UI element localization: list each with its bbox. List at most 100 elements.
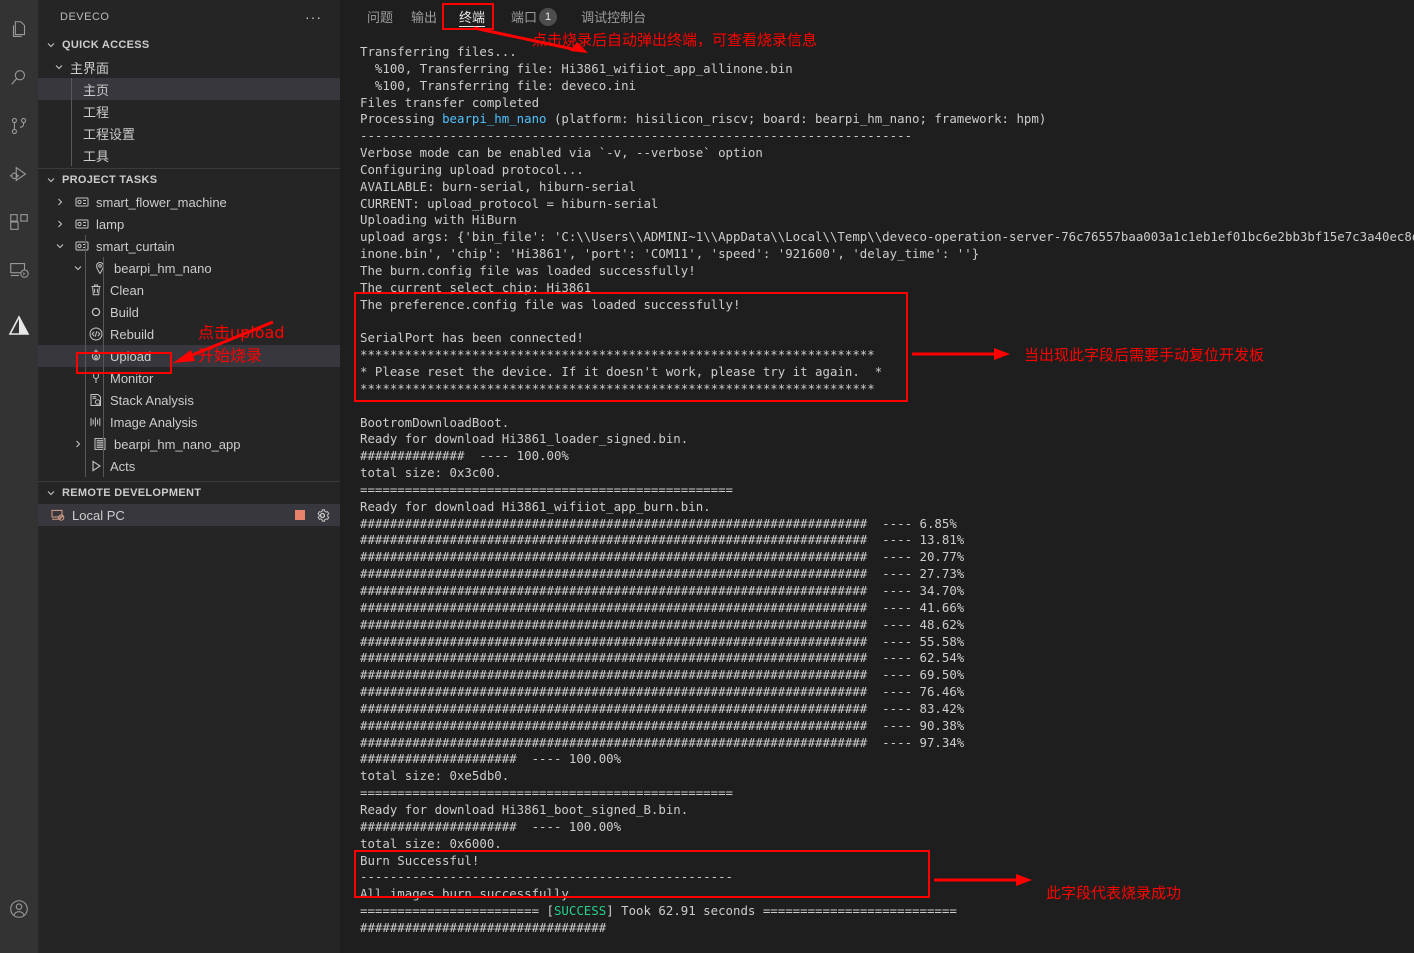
- section-project-tasks-header[interactable]: PROJECT TASKS: [38, 169, 340, 191]
- terminal-line: Ready for download Hi3861_loader_signed.…: [360, 431, 689, 447]
- annotation-box-serialport: [354, 292, 908, 402]
- section-quick-access-header[interactable]: QUICK ACCESS: [38, 34, 340, 56]
- annotation-box-upload: [76, 352, 172, 374]
- chevron-down-icon: [70, 262, 86, 274]
- remote-item-label: Local PC: [72, 507, 125, 523]
- task-label: Image Analysis: [110, 414, 198, 430]
- terminal-line: total size: 0xe5db0.: [360, 768, 510, 784]
- terminal-line: Processing bearpi_hm_nano (platform: his…: [360, 111, 1414, 128]
- sidebar-item-label: 工程: [83, 104, 110, 120]
- chevron-down-icon: [44, 487, 58, 499]
- terminal-line: total size: 0x3c00.: [360, 465, 502, 481]
- remote-pc-icon: [50, 507, 66, 523]
- deveco-logo-icon[interactable]: [0, 302, 38, 350]
- tab-label: 端口: [511, 10, 538, 25]
- sidebar-item-label: 工程设置: [83, 126, 136, 142]
- quick-access-group-label: 主界面: [70, 60, 110, 76]
- terminal-token: (platform: hisilicon_riscv; board: bearp…: [546, 111, 1047, 127]
- chevron-down-icon: [44, 39, 58, 51]
- task-bearpi-hm-nano-app[interactable]: bearpi_hm_nano_app: [38, 433, 340, 455]
- terminal-line: %100, Transferring file: Hi3861_wifiiot_…: [360, 60, 793, 76]
- terminal-line: ########################################…: [360, 549, 965, 565]
- source-control-icon[interactable]: [0, 102, 38, 150]
- task-label: Rebuild: [110, 326, 155, 342]
- quick-access-body: 主界面 主页 工程 工程设置 工具 开发板: [38, 56, 340, 166]
- sidebar: DEVECO ··· QUICK ACCESS 主界面 主页 工程 工程设置 工…: [38, 0, 340, 953]
- chevron-right-icon: [52, 218, 68, 230]
- sidebar-item-home[interactable]: 主页: [38, 78, 340, 100]
- terminal-line: Files transfer completed: [360, 94, 540, 110]
- terminal-line: Uploading with HiBurn: [360, 212, 517, 228]
- sidebar-item-label: 工具: [83, 148, 110, 164]
- sidebar-title-bar: DEVECO ···: [38, 0, 340, 34]
- explorer-icon[interactable]: [0, 6, 38, 54]
- board-icon: [74, 194, 90, 210]
- terminal-line: Ready for download Hi3861_boot_signed_B.…: [360, 801, 689, 817]
- chevron-down-icon: [52, 61, 66, 73]
- terminal-line: ########################################…: [360, 616, 965, 632]
- annotation-reset-board-text: 当出现此字段后需要手动复位开发板: [1024, 346, 1265, 364]
- terminal-token: ] Took 62.91 seconds ===================…: [606, 903, 957, 919]
- task-clean[interactable]: Clean: [38, 279, 340, 301]
- more-actions-icon[interactable]: ···: [305, 9, 330, 25]
- tab-problems[interactable]: 问题: [358, 0, 402, 33]
- terminal-line: upload args: {'bin_file': 'C:\\Users\\AD…: [360, 229, 1414, 245]
- extensions-icon[interactable]: [0, 198, 38, 246]
- ports-badge: 1: [539, 7, 558, 26]
- chevron-right-icon: [70, 438, 86, 450]
- sidebar-item-project-settings[interactable]: 工程设置: [38, 122, 340, 144]
- annotation-upload-text-line2: 开始烧录: [198, 346, 263, 365]
- list-icon: [92, 436, 108, 452]
- terminal-token: ======================== [: [360, 903, 554, 919]
- remote-item-local-pc[interactable]: Local PC: [38, 504, 340, 526]
- code-icon: [88, 326, 104, 342]
- activity-bar: [0, 0, 38, 953]
- task-smart-flower-machine[interactable]: smart_flower_machine: [38, 191, 340, 213]
- terminal-line: #################################: [360, 919, 607, 935]
- terminal-line: ##################### ---- 100.00%: [360, 818, 622, 834]
- terminal-line: ##################### ---- 100.00%: [360, 751, 622, 767]
- remote-explorer-icon[interactable]: [0, 246, 38, 294]
- terminal-line: ----------------------------------------…: [360, 128, 913, 144]
- terminal-line: BootromDownloadBoot.: [360, 414, 510, 430]
- run-debug-icon[interactable]: [0, 150, 38, 198]
- task-stack-analysis[interactable]: Stack Analysis: [38, 389, 340, 411]
- main-panel: 问题 输出 终端 端口 1 调试控制台 Transferring files..…: [340, 0, 1414, 953]
- quick-access-group-main[interactable]: 主界面: [38, 56, 340, 78]
- annotation-burn-success-text: 此字段代表烧录成功: [1046, 884, 1182, 902]
- terminal-line: ========================================…: [360, 785, 733, 801]
- task-label: smart_flower_machine: [96, 194, 227, 210]
- target-icon: [92, 260, 108, 276]
- sidebar-item-label: 主页: [83, 82, 110, 98]
- task-image-analysis[interactable]: Image Analysis: [38, 411, 340, 433]
- task-lamp[interactable]: lamp: [38, 213, 340, 235]
- gear-icon[interactable]: [314, 507, 330, 523]
- tab-label: 调试控制台: [581, 10, 647, 25]
- task-rebuild[interactable]: Rebuild: [38, 323, 340, 345]
- account-icon[interactable]: [0, 885, 38, 933]
- sidebar-item-project[interactable]: 工程: [38, 100, 340, 122]
- sidebar-item-tools[interactable]: 工具: [38, 144, 340, 166]
- terminal-line: ########################################…: [360, 667, 965, 683]
- section-project-tasks-label: PROJECT TASKS: [62, 174, 158, 186]
- tab-output[interactable]: 输出: [402, 0, 446, 33]
- task-smart-curtain[interactable]: smart_curtain: [38, 235, 340, 257]
- terminal-line: AVAILABLE: burn-serial, hiburn-serial: [360, 178, 637, 194]
- task-bearpi-hm-nano[interactable]: bearpi_hm_nano: [38, 257, 340, 279]
- annotation-terminal-tab-text: 点击烧录后自动弹出终端，可查看烧录信息: [532, 31, 818, 49]
- task-acts[interactable]: Acts: [38, 455, 340, 477]
- terminal-line: ########################################…: [360, 717, 965, 733]
- terminal-line: ########################################…: [360, 583, 965, 598]
- terminal-token-cyan[interactable]: bearpi_hm_nano: [442, 111, 546, 126]
- terminal-line: %100, Transferring file: deveco.ini: [360, 77, 637, 93]
- search-icon[interactable]: [0, 54, 38, 102]
- task-label: bearpi_hm_nano: [114, 260, 212, 276]
- stack-icon: [88, 392, 104, 408]
- circle-icon: [88, 304, 104, 320]
- task-build[interactable]: Build: [38, 301, 340, 323]
- section-remote-development-header[interactable]: REMOTE DEVELOPMENT: [38, 482, 340, 504]
- terminal-line: ========================================…: [360, 481, 733, 497]
- terminal-output[interactable]: Transferring files... %100, Transferring…: [340, 44, 1414, 953]
- status-badge: [295, 510, 305, 520]
- terminal-line: ########################################…: [360, 734, 965, 750]
